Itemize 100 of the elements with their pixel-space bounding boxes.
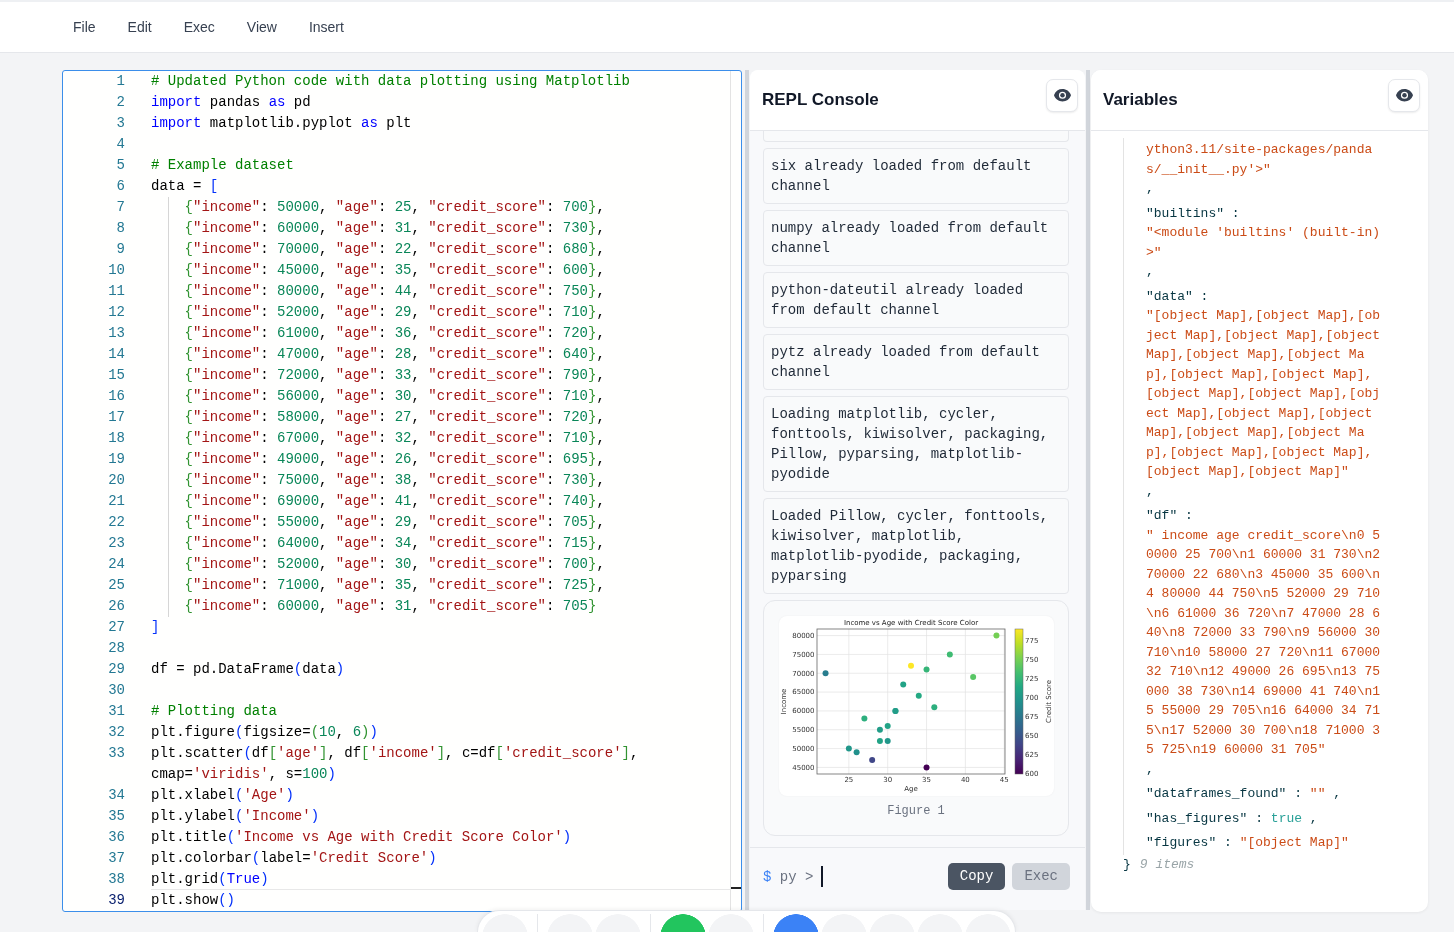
code-line: plt.figure(figsize=(10, 6)) — [151, 723, 379, 742]
code-line: # Plotting data — [151, 702, 279, 721]
json-punctuation: , — [1309, 809, 1318, 828]
line-number: 11 — [107, 282, 125, 301]
line-number: 1 — [115, 72, 125, 91]
code-line: {"income": 45000, "age": 35, "credit_score": 600}, — [151, 260, 730, 281]
line-number: 22 — [107, 513, 125, 532]
json-key: "figures" : — [1146, 833, 1232, 853]
figure-caption: Figure 1 — [887, 803, 945, 819]
console-message: Loaded Pillow, cycler, fonttools, kiwisolver, matplotlib, matplotlib-pyodide, packaging, pyparsing — [763, 498, 1069, 594]
line-number: 35 — [107, 807, 125, 826]
line-number: 31 — [107, 702, 125, 721]
code-line: # Example dataset — [151, 156, 295, 175]
code-line: {"income": 47000, "age": 28, "credit_score": 640}, — [151, 344, 730, 365]
console-message: python-dateutil already loaded from default channel — [763, 272, 1069, 328]
json-value: "<module 'builtins' (built-in)>" — [1146, 224, 1382, 262]
line-number: 4 — [115, 135, 125, 154]
eye-icon — [1053, 89, 1071, 102]
code-line: import pandas as pd — [151, 93, 312, 112]
line-number: 8 — [115, 219, 125, 238]
line-number: 36 — [107, 828, 125, 847]
menu-item[interactable]: View — [230, 12, 293, 42]
line-number: 12 — [107, 303, 125, 322]
line-number: 25 — [107, 576, 125, 595]
code-line: plt.scatter(df['age'], df['income'], c=df['credit_score'], cmap='viridis', s=100) — [151, 744, 640, 784]
json-value: true — [1270, 809, 1303, 828]
json-key: "data" : — [1146, 286, 1209, 306]
console-message: Loading matplotlib, cycler, fonttools, kiwisolver, packaging, Pillow, pyparsing, matplotlib-pyodide — [763, 396, 1069, 492]
line-number: 39 — [107, 891, 125, 910]
code-line: {"income": 52000, "age": 29, "credit_score": 710}, — [151, 302, 730, 323]
json-key: "builtins" : — [1146, 203, 1240, 223]
json-value: " income age credit_score\n0 50000 25 700\n1 60000 31 730\n2 70000 22 680\n3 45000 35 600\n4 80000 44 750\n5 52000 29 710\n6 61000 36 720\n7 47000 28 640\n8 72000 33 790\n9 56000 30 710\n10 58000 27 720\n11 67000 32 710\n12 49000 26 695\n13 75000 38 730\n14 69000 41 740\n15 55000 29 705\n16 64000 34 715\n17 52000 30 700\n18 71000 35 725\n19 60000 31 705" — [1146, 526, 1382, 759]
menu-item[interactable]: Edit — [111, 12, 168, 42]
code-line: {"income": 50000, "age": 25, "credit_score": 700}, — [151, 197, 730, 218]
code-line: {"income": 69000, "age": 41, "credit_score": 740}, — [151, 491, 730, 512]
line-number: 37 — [107, 849, 125, 868]
json-key: "has_figures" : — [1146, 808, 1264, 828]
menu-item[interactable]: File — [57, 12, 112, 42]
code-line: plt.xlabel('Age') — [151, 786, 295, 805]
json-punctuation: , — [1146, 180, 1154, 198]
prompt-text: py > — [779, 867, 814, 887]
panel-title: Variables — [1103, 90, 1178, 110]
json-punctuation: , — [1146, 263, 1154, 281]
code-line: {"income": 49000, "age": 26, "credit_score": 695}, — [151, 449, 730, 470]
line-number: 17 — [107, 408, 125, 427]
line-number: 7 — [115, 198, 125, 217]
menu-item[interactable]: Insert — [292, 12, 360, 42]
code-line: plt.colorbar(label='Credit Score') — [151, 849, 438, 868]
line-number: 16 — [107, 387, 125, 406]
code-line: {"income": 75000, "age": 38, "credit_score": 730}, — [151, 470, 730, 491]
line-number: 33 — [107, 744, 125, 763]
line-number: 30 — [107, 681, 125, 700]
console-message: six already loaded from default channel — [763, 148, 1069, 204]
code-line: {"income": 67000, "age": 32, "credit_score": 710}, — [151, 428, 730, 449]
code-line: {"income": 60000, "age": 31, "credit_score": 730}, — [151, 218, 730, 239]
line-number: 5 — [115, 156, 125, 175]
eye-icon — [1395, 89, 1413, 102]
code-line: {"income": 64000, "age": 34, "credit_score": 715}, — [151, 533, 730, 554]
line-number: 13 — [107, 324, 125, 343]
console-message: pytz already loaded from default channel — [763, 334, 1069, 390]
code-editor[interactable] — [62, 70, 742, 912]
line-number: 3 — [115, 114, 125, 133]
line-number: 15 — [107, 366, 125, 385]
line-number: 34 — [107, 786, 125, 805]
line-number: 23 — [107, 534, 125, 553]
json-value: ython3.11/site-packages/pandas/__init__.py'>" — [1146, 141, 1374, 179]
action-button[interactable]: Copy — [947, 863, 1006, 890]
line-number: 14 — [107, 345, 125, 364]
line-number: 24 — [107, 555, 125, 574]
menu-item[interactable]: Exec — [167, 12, 231, 42]
code-line: plt.grid(True) — [151, 870, 270, 889]
code-line: df = pd.DataFrame(data) — [151, 660, 346, 679]
line-number: 2 — [115, 93, 125, 112]
json-value: "[object Map]" — [1239, 834, 1349, 852]
json-key: "df" : — [1146, 506, 1193, 526]
prompt-symbol: $ — [763, 867, 772, 887]
console-message: numpy already loaded from default channel — [763, 210, 1069, 266]
line-number: 9 — [115, 240, 125, 259]
code-line: {"income": 80000, "age": 44, "credit_score": 750}, — [151, 281, 730, 302]
code-line: {"income": 71000, "age": 35, "credit_score": 725}, — [151, 575, 730, 596]
json-punctuation: , — [1146, 482, 1154, 501]
line-number: 19 — [107, 450, 125, 469]
code-line: plt.ylabel('Income') — [151, 807, 321, 826]
json-key: "dataframes_found" : — [1146, 784, 1303, 804]
line-number: 18 — [107, 429, 125, 448]
visibility-toggle-button[interactable] — [1388, 79, 1420, 112]
json-punctuation: , — [1333, 785, 1342, 803]
code-line: data = [ — [151, 177, 220, 196]
code-line: {"income": 58000, "age": 27, "credit_score": 720}, — [151, 407, 730, 428]
line-number: 28 — [107, 639, 125, 658]
json-punctuation: } — [1123, 856, 1131, 874]
line-number: 10 — [107, 261, 125, 280]
code-line: {"income": 60000, "age": 31, "credit_score": 705} — [151, 596, 730, 617]
json-value: "" — [1309, 785, 1326, 803]
line-number: 32 — [107, 723, 125, 742]
json-punctuation: , — [1146, 760, 1154, 779]
visibility-toggle-button[interactable] — [1046, 79, 1078, 112]
line-number: 26 — [107, 597, 125, 616]
line-number: 21 — [107, 492, 125, 511]
code-line: plt.title('Income vs Age with Credit Score Color') — [151, 828, 573, 847]
